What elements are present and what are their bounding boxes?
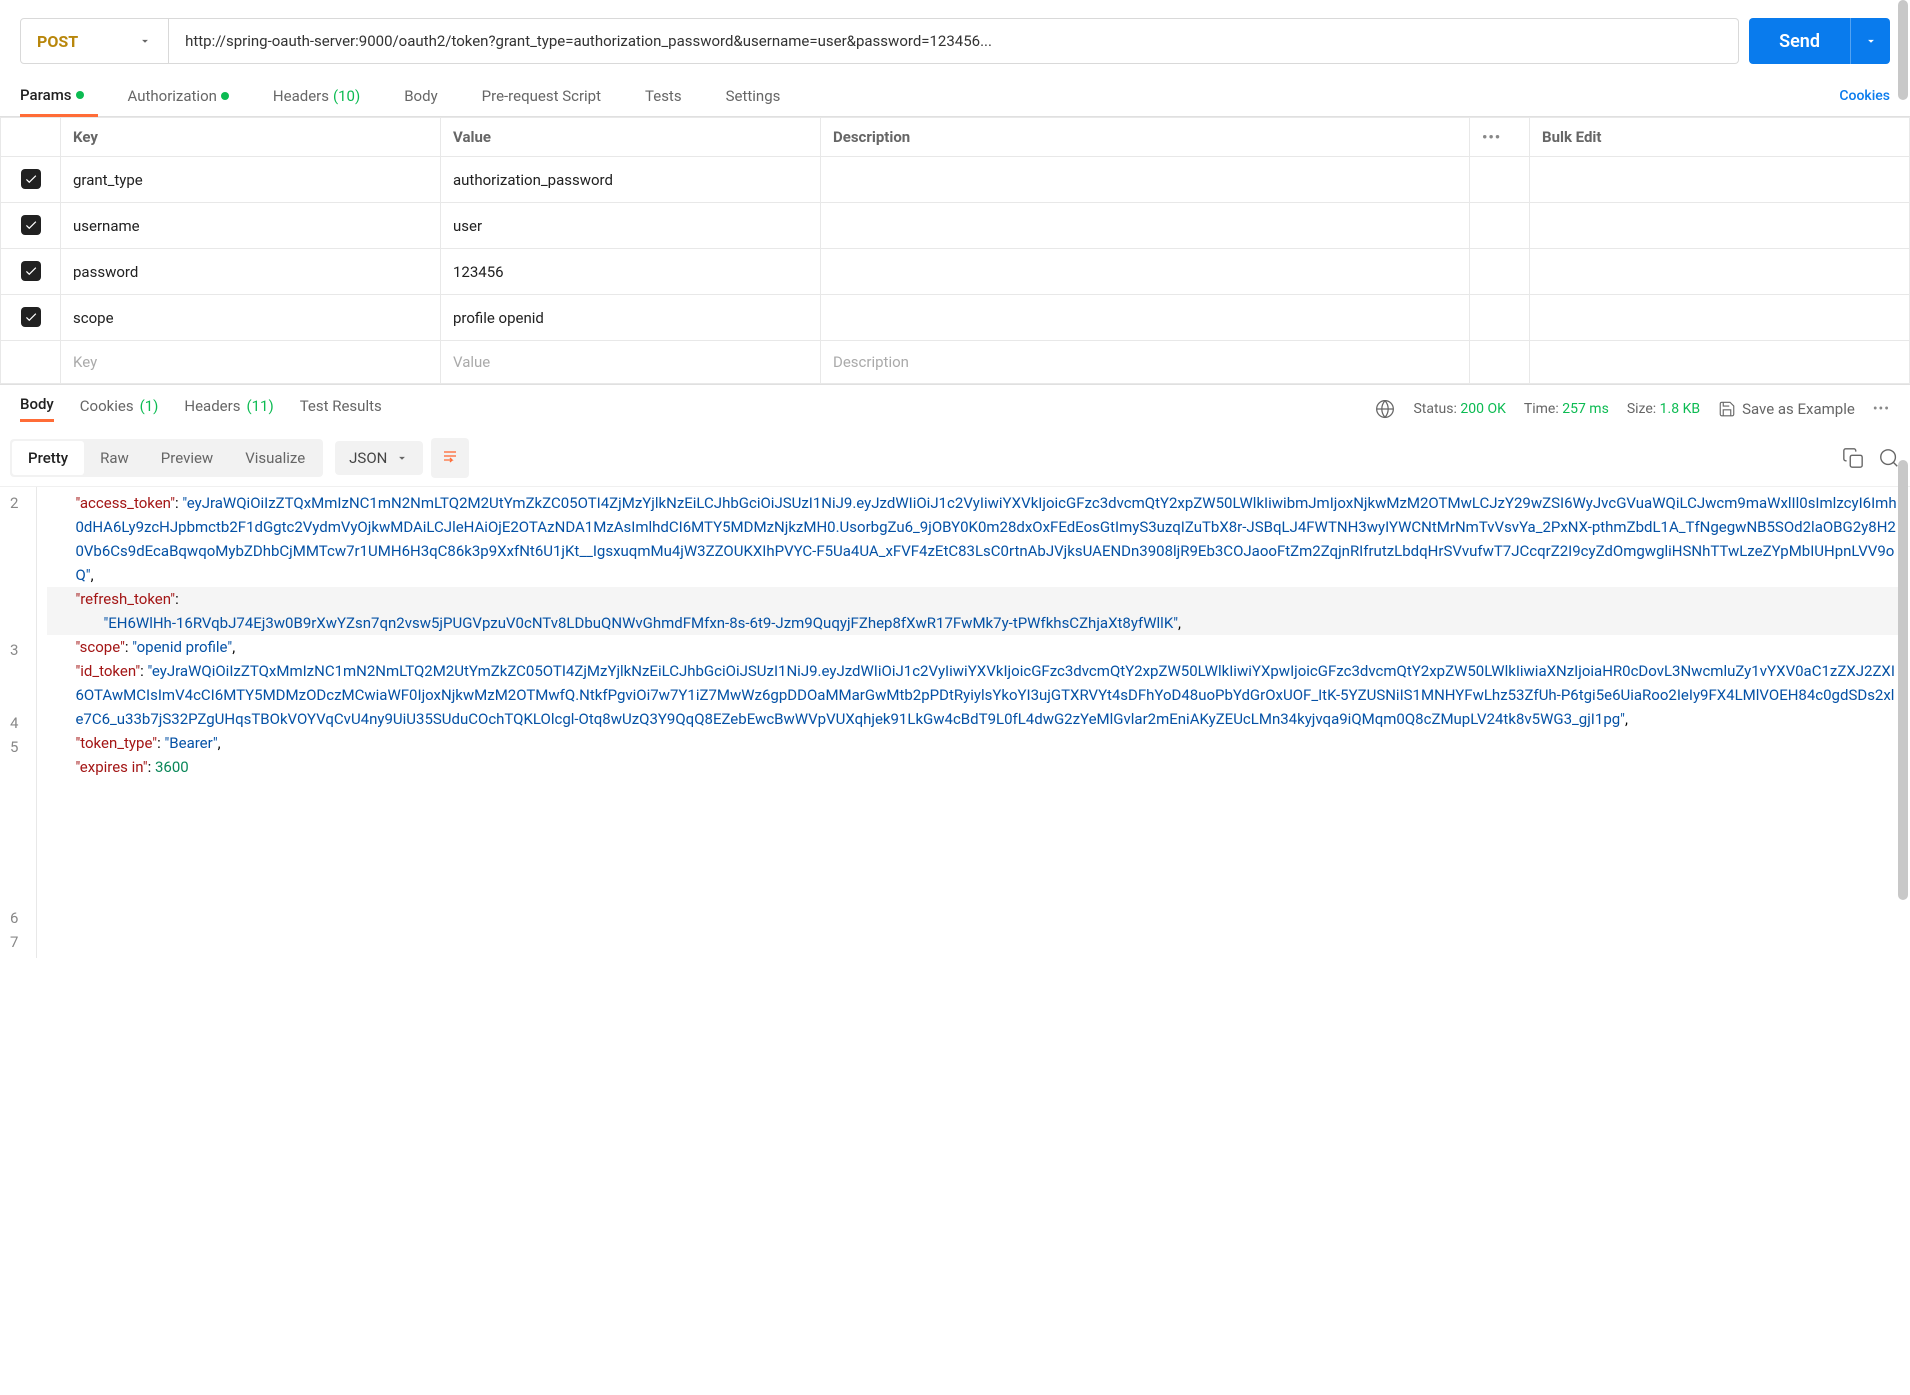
param-key[interactable]: password xyxy=(61,249,441,295)
table-row: grant_type authorization_password xyxy=(1,157,1910,203)
time-meta: Time: 257 ms xyxy=(1524,401,1609,417)
view-preview[interactable]: Preview xyxy=(145,441,229,475)
more-icon[interactable]: ••• xyxy=(1873,401,1890,417)
table-row: scope profile openid xyxy=(1,295,1910,341)
save-as-example-button[interactable]: Save as Example xyxy=(1718,400,1855,418)
tab-headers[interactable]: Headers (10) xyxy=(273,77,374,115)
tab-body[interactable]: Body xyxy=(404,77,451,115)
modified-dot-icon xyxy=(76,91,84,99)
resp-tab-body[interactable]: Body xyxy=(20,395,54,422)
save-icon xyxy=(1718,400,1736,418)
checkbox[interactable] xyxy=(21,215,41,235)
param-description[interactable] xyxy=(821,249,1470,295)
tab-params[interactable]: Params xyxy=(20,76,98,117)
col-key: Key xyxy=(61,118,441,157)
param-value[interactable]: profile openid xyxy=(441,295,821,341)
param-value[interactable]: authorization_password xyxy=(441,157,821,203)
col-description: Description xyxy=(821,118,1470,157)
param-value[interactable]: user xyxy=(441,203,821,249)
tab-settings[interactable]: Settings xyxy=(726,77,795,115)
param-description[interactable] xyxy=(821,203,1470,249)
copy-icon[interactable] xyxy=(1842,447,1864,469)
resp-tab-cookies[interactable]: Cookies (1) xyxy=(80,397,159,421)
tab-authorization[interactable]: Authorization xyxy=(128,77,243,115)
checkbox[interactable] xyxy=(21,261,41,281)
col-value: Value xyxy=(441,118,821,157)
resp-tab-headers[interactable]: Headers (11) xyxy=(184,397,273,421)
chevron-down-icon xyxy=(395,451,409,465)
scrollbar[interactable] xyxy=(1898,0,1908,100)
search-icon[interactable] xyxy=(1878,447,1900,469)
resp-tab-test-results[interactable]: Test Results xyxy=(300,397,382,421)
wrap-lines-button[interactable] xyxy=(431,438,469,478)
checkbox[interactable] xyxy=(21,307,41,327)
param-value[interactable]: 123456 xyxy=(441,249,821,295)
response-body[interactable]: 2 3 4 5 6 7 "access_token": "eyJraWQiOiI… xyxy=(0,487,1910,958)
format-select[interactable]: JSON xyxy=(335,441,423,475)
globe-icon[interactable] xyxy=(1375,399,1395,419)
size-meta: Size: 1.8 KB xyxy=(1627,401,1700,417)
send-dropdown[interactable] xyxy=(1850,18,1890,64)
line-gutter: 2 3 4 5 6 7 xyxy=(0,487,37,958)
chevron-down-icon xyxy=(1864,34,1878,48)
view-segment: Pretty Raw Preview Visualize xyxy=(10,439,323,477)
tab-prerequest[interactable]: Pre-request Script xyxy=(482,77,615,115)
send-button[interactable]: Send xyxy=(1749,18,1850,64)
more-icon[interactable]: ••• xyxy=(1482,128,1501,146)
method-label: POST xyxy=(37,32,78,51)
param-key[interactable]: scope xyxy=(61,295,441,341)
chevron-down-icon xyxy=(138,34,152,48)
status-meta: Status: 200 OK xyxy=(1413,401,1505,417)
bulk-edit-link[interactable]: Bulk Edit xyxy=(1542,128,1601,146)
cookies-link[interactable]: Cookies xyxy=(1839,88,1890,104)
method-select[interactable]: POST xyxy=(20,18,169,64)
wrap-icon xyxy=(441,448,459,464)
checkbox[interactable] xyxy=(21,169,41,189)
view-visualize[interactable]: Visualize xyxy=(229,441,321,475)
param-description[interactable] xyxy=(821,295,1470,341)
tab-tests[interactable]: Tests xyxy=(645,77,696,115)
modified-dot-icon xyxy=(221,92,229,100)
scrollbar[interactable] xyxy=(1898,460,1908,900)
param-description[interactable] xyxy=(821,157,1470,203)
params-table: Key Value Description ••• Bulk Edit gran… xyxy=(0,117,1910,384)
param-key[interactable]: username xyxy=(61,203,441,249)
view-pretty[interactable]: Pretty xyxy=(12,441,84,475)
view-raw[interactable]: Raw xyxy=(84,441,145,475)
url-input[interactable] xyxy=(169,18,1739,64)
table-row: username user xyxy=(1,203,1910,249)
table-row: password 123456 xyxy=(1,249,1910,295)
table-row-placeholder[interactable]: KeyValueDescription xyxy=(1,341,1910,384)
param-key[interactable]: grant_type xyxy=(61,157,441,203)
